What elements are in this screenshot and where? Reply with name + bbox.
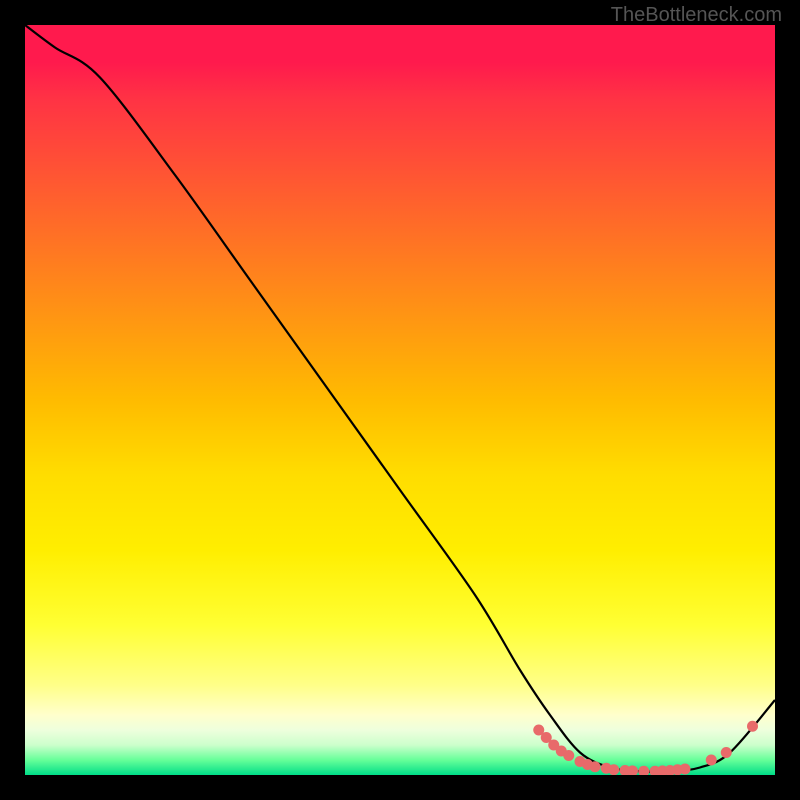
- chart-line: [25, 25, 775, 772]
- chart-dot: [680, 764, 691, 775]
- watermark-text: TheBottleneck.com: [611, 4, 782, 27]
- chart-dot: [608, 764, 619, 775]
- chart-dot: [721, 747, 732, 758]
- chart-dot: [638, 766, 649, 775]
- chart-dot: [590, 761, 601, 772]
- chart-plot-area: [25, 25, 775, 775]
- chart-dot: [706, 755, 717, 766]
- chart-dot: [563, 750, 574, 761]
- chart-dots: [533, 721, 758, 775]
- chart-svg: [25, 25, 775, 775]
- chart-dot: [747, 721, 758, 732]
